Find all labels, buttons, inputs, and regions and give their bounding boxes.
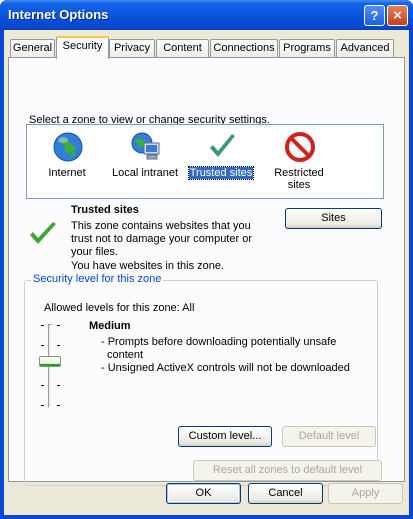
zone-description-line: This zone contains websites that you (71, 220, 251, 232)
slider-thumb[interactable] (39, 356, 61, 367)
network-computer-icon (131, 132, 160, 160)
zone-label: Restricted sites (274, 167, 324, 191)
globe-icon (53, 132, 83, 162)
allowed-levels-label: Allowed levels for this zone: All (44, 302, 195, 314)
zone-restricted-sites[interactable]: Restricted sites (263, 129, 335, 193)
slider-tick (57, 385, 60, 386)
level-detail: content (107, 349, 144, 361)
tab-advanced[interactable]: Advanced (336, 39, 394, 58)
ok-button[interactable]: OK (166, 483, 241, 504)
slider-tick (57, 345, 60, 346)
sites-button[interactable]: Sites (285, 208, 382, 229)
window-title: Internet Options (8, 7, 109, 22)
zone-trusted-sites[interactable]: Trusted sites (185, 129, 257, 193)
zone-description-line: You have websites in this zone. (71, 260, 225, 272)
slider-tick (57, 405, 60, 406)
group-title: Security level for this zone (31, 273, 164, 285)
close-button[interactable]: × (387, 5, 408, 26)
checkmark-icon (210, 134, 235, 157)
cancel-button[interactable]: Cancel (248, 483, 323, 504)
zone-list: Internet Local intranet Trusted sites Re… (26, 124, 384, 199)
tab-general[interactable]: General (10, 39, 55, 58)
help-button[interactable]: ? (364, 5, 385, 26)
zone-label: Local intranet (111, 167, 179, 179)
level-detail: - Prompts before downloading potentially… (101, 336, 337, 348)
slider-tick (41, 405, 44, 406)
security-panel: Select a zone to view or change security… (8, 57, 405, 486)
trusted-sites-check-icon (30, 222, 56, 244)
custom-level-button[interactable]: Custom level... (178, 426, 272, 447)
dialog-client: General Security Privacy Content Connect… (4, 30, 409, 515)
zone-local-intranet[interactable]: Local intranet (109, 129, 181, 193)
internet-options-window: Internet Options ? × General Security Pr… (0, 0, 413, 519)
level-name: Medium (89, 320, 131, 332)
default-level-button[interactable]: Default level (282, 426, 376, 447)
slider-tick (41, 345, 44, 346)
tab-privacy[interactable]: Privacy (109, 39, 155, 58)
no-entry-icon (285, 132, 315, 162)
slider-tick (41, 385, 44, 386)
slider-tick (57, 325, 60, 326)
slider-tick (41, 325, 44, 326)
reset-all-zones-button[interactable]: Reset all zones to default level (193, 460, 382, 481)
title-bar[interactable]: Internet Options ? × (0, 0, 413, 30)
zone-heading: Trusted sites (71, 204, 139, 216)
tab-programs[interactable]: Programs (279, 39, 335, 58)
zone-description-line: trust not to damage your computer or (71, 233, 252, 245)
zone-internet[interactable]: Internet (31, 129, 103, 193)
zone-label: Trusted sites (187, 166, 255, 180)
apply-button[interactable]: Apply (328, 483, 403, 504)
tab-connections[interactable]: Connections (210, 39, 278, 58)
level-detail: - Unsigned ActiveX controls will not be … (101, 362, 350, 374)
tab-content[interactable]: Content (156, 39, 209, 58)
tab-security[interactable]: Security (56, 36, 109, 59)
zone-label: Internet (48, 167, 86, 179)
zone-description-line: your files. (71, 246, 119, 258)
